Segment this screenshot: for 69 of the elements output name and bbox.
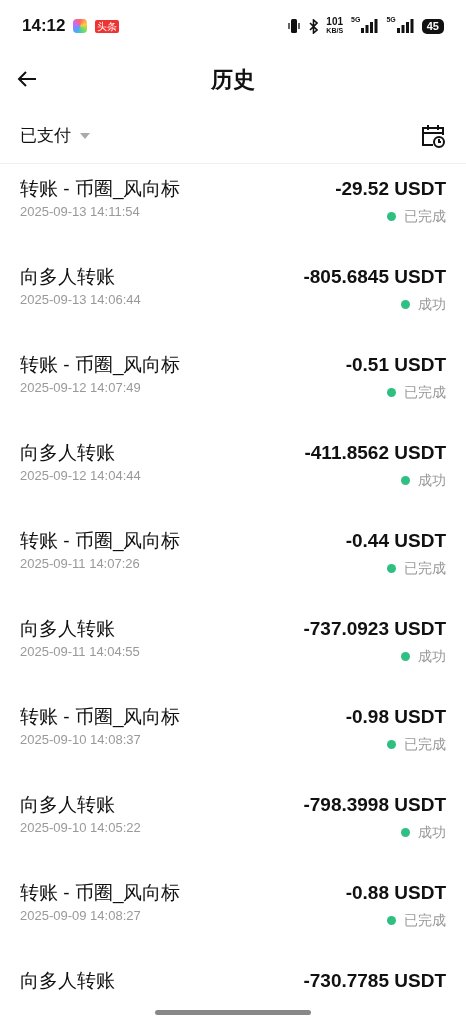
transaction-title: 转账 - 币圈_风向标 [20,881,181,906]
transaction-amount: -730.7785 USDT [303,969,446,993]
status-text: 已完成 [404,735,446,754]
transaction-date: 2025-09-11 14:04:55 [20,643,140,661]
transaction-title: 向多人转账 [20,265,115,289]
transaction-amount: -0.51 USDT [345,353,446,377]
transaction-row[interactable]: 转账 - 币圈_风向标 -0.51 USDT 2025-09-12 14:07:49 已完成 [0,340,466,428]
status-dot [401,828,410,837]
calendar-clock-icon[interactable] [420,122,446,149]
status-text: 已完成 [404,559,446,578]
status-text: 成功 [418,295,446,314]
status-dot [387,564,396,573]
transaction-title: 转账 - 币圈_风向标 [20,353,181,378]
status-dot [387,916,396,925]
transaction-date: 2025-09-13 14:06:44 [20,291,141,309]
status-dot [387,212,396,221]
transaction-amount: -0.88 USDT [345,881,446,905]
transaction-date: 2025-09-09 14:08:27 [20,907,141,925]
status-dot [387,388,396,397]
transaction-amount: -29.52 USDT [335,177,446,201]
signal-icon [395,19,414,33]
status-text: 已完成 [404,911,446,930]
transaction-title: 转账 - 币圈_风向标 [20,529,181,554]
transaction-row[interactable]: 转账 - 币圈_风向标 -29.52 USDT 2025-09-13 14:11:54 已完成 [0,164,466,252]
transaction-title: 转账 - 币圈_风向标 [20,177,181,202]
transaction-amount: -798.3998 USDT [303,793,446,817]
caret-icon [79,131,91,140]
transaction-date: 2025-09-12 14:07:49 [20,379,141,397]
transaction-date: 2025-09-11 14:07:26 [20,555,140,573]
transaction-row[interactable]: 向多人转账 -411.8562 USDT 2025-09-12 14:04:44 成功 [0,428,466,516]
transaction-title: 向多人转账 [20,793,115,817]
signal-icon [360,19,379,33]
transaction-row[interactable]: 向多人转账 -798.3998 USDT 2025-09-10 14:05:22 成功 [0,780,466,868]
transaction-row[interactable]: 向多人转账 -737.0923 USDT 2025-09-11 14:04:55 成功 [0,604,466,692]
transaction-row[interactable]: 向多人转账 -805.6845 USDT 2025-09-13 14:06:44 成功 [0,252,466,340]
vibrate-icon [287,18,302,34]
transaction-amount: -0.44 USDT [345,529,446,553]
status-dot [401,300,410,309]
transaction-amount: -805.6845 USDT [303,265,446,289]
page-title: 历史 [211,66,255,94]
battery-level: 45 [421,18,444,34]
transaction-row[interactable]: 向多人转账 -730.7785 USDT [0,956,466,1024]
app-badge: 头条 [95,19,120,33]
status-time: 14:12 [22,15,66,38]
filter-dropdown[interactable]: 已支付 [20,122,91,149]
status-text: 成功 [418,823,446,842]
transaction-amount: -0.98 USDT [345,705,446,729]
status-text: 成功 [418,471,446,490]
transaction-title: 向多人转账 [20,617,115,641]
transaction-amount: -411.8562 USDT [304,441,446,465]
transaction-date: 2025-09-13 14:11:54 [20,203,140,221]
transaction-date: 2025-09-10 14:05:22 [20,819,141,837]
status-dot [387,740,396,749]
transaction-row[interactable]: 转账 - 币圈_风向标 -0.98 USDT 2025-09-10 14:08:37 已完成 [0,692,466,780]
status-text: 已完成 [404,207,446,226]
transaction-title: 向多人转账 [20,441,115,465]
transaction-date: 2025-09-12 14:04:44 [20,467,141,485]
bluetooth-icon [309,18,319,34]
transaction-row[interactable]: 转账 - 币圈_风向标 -0.44 USDT 2025-09-11 14:07:26 已完成 [0,516,466,604]
status-dot [401,652,410,661]
transaction-row[interactable]: 转账 - 币圈_风向标 -0.88 USDT 2025-09-09 14:08:27 已完成 [0,868,466,956]
app-icon [73,19,88,33]
status-dot [401,476,410,485]
transaction-amount: -737.0923 USDT [303,617,446,641]
transaction-date: 2025-09-10 14:08:37 [20,731,141,749]
status-text: 已完成 [404,383,446,402]
transaction-title: 向多人转账 [20,969,115,993]
transaction-title: 转账 - 币圈_风向标 [20,705,181,730]
status-text: 成功 [418,647,446,666]
